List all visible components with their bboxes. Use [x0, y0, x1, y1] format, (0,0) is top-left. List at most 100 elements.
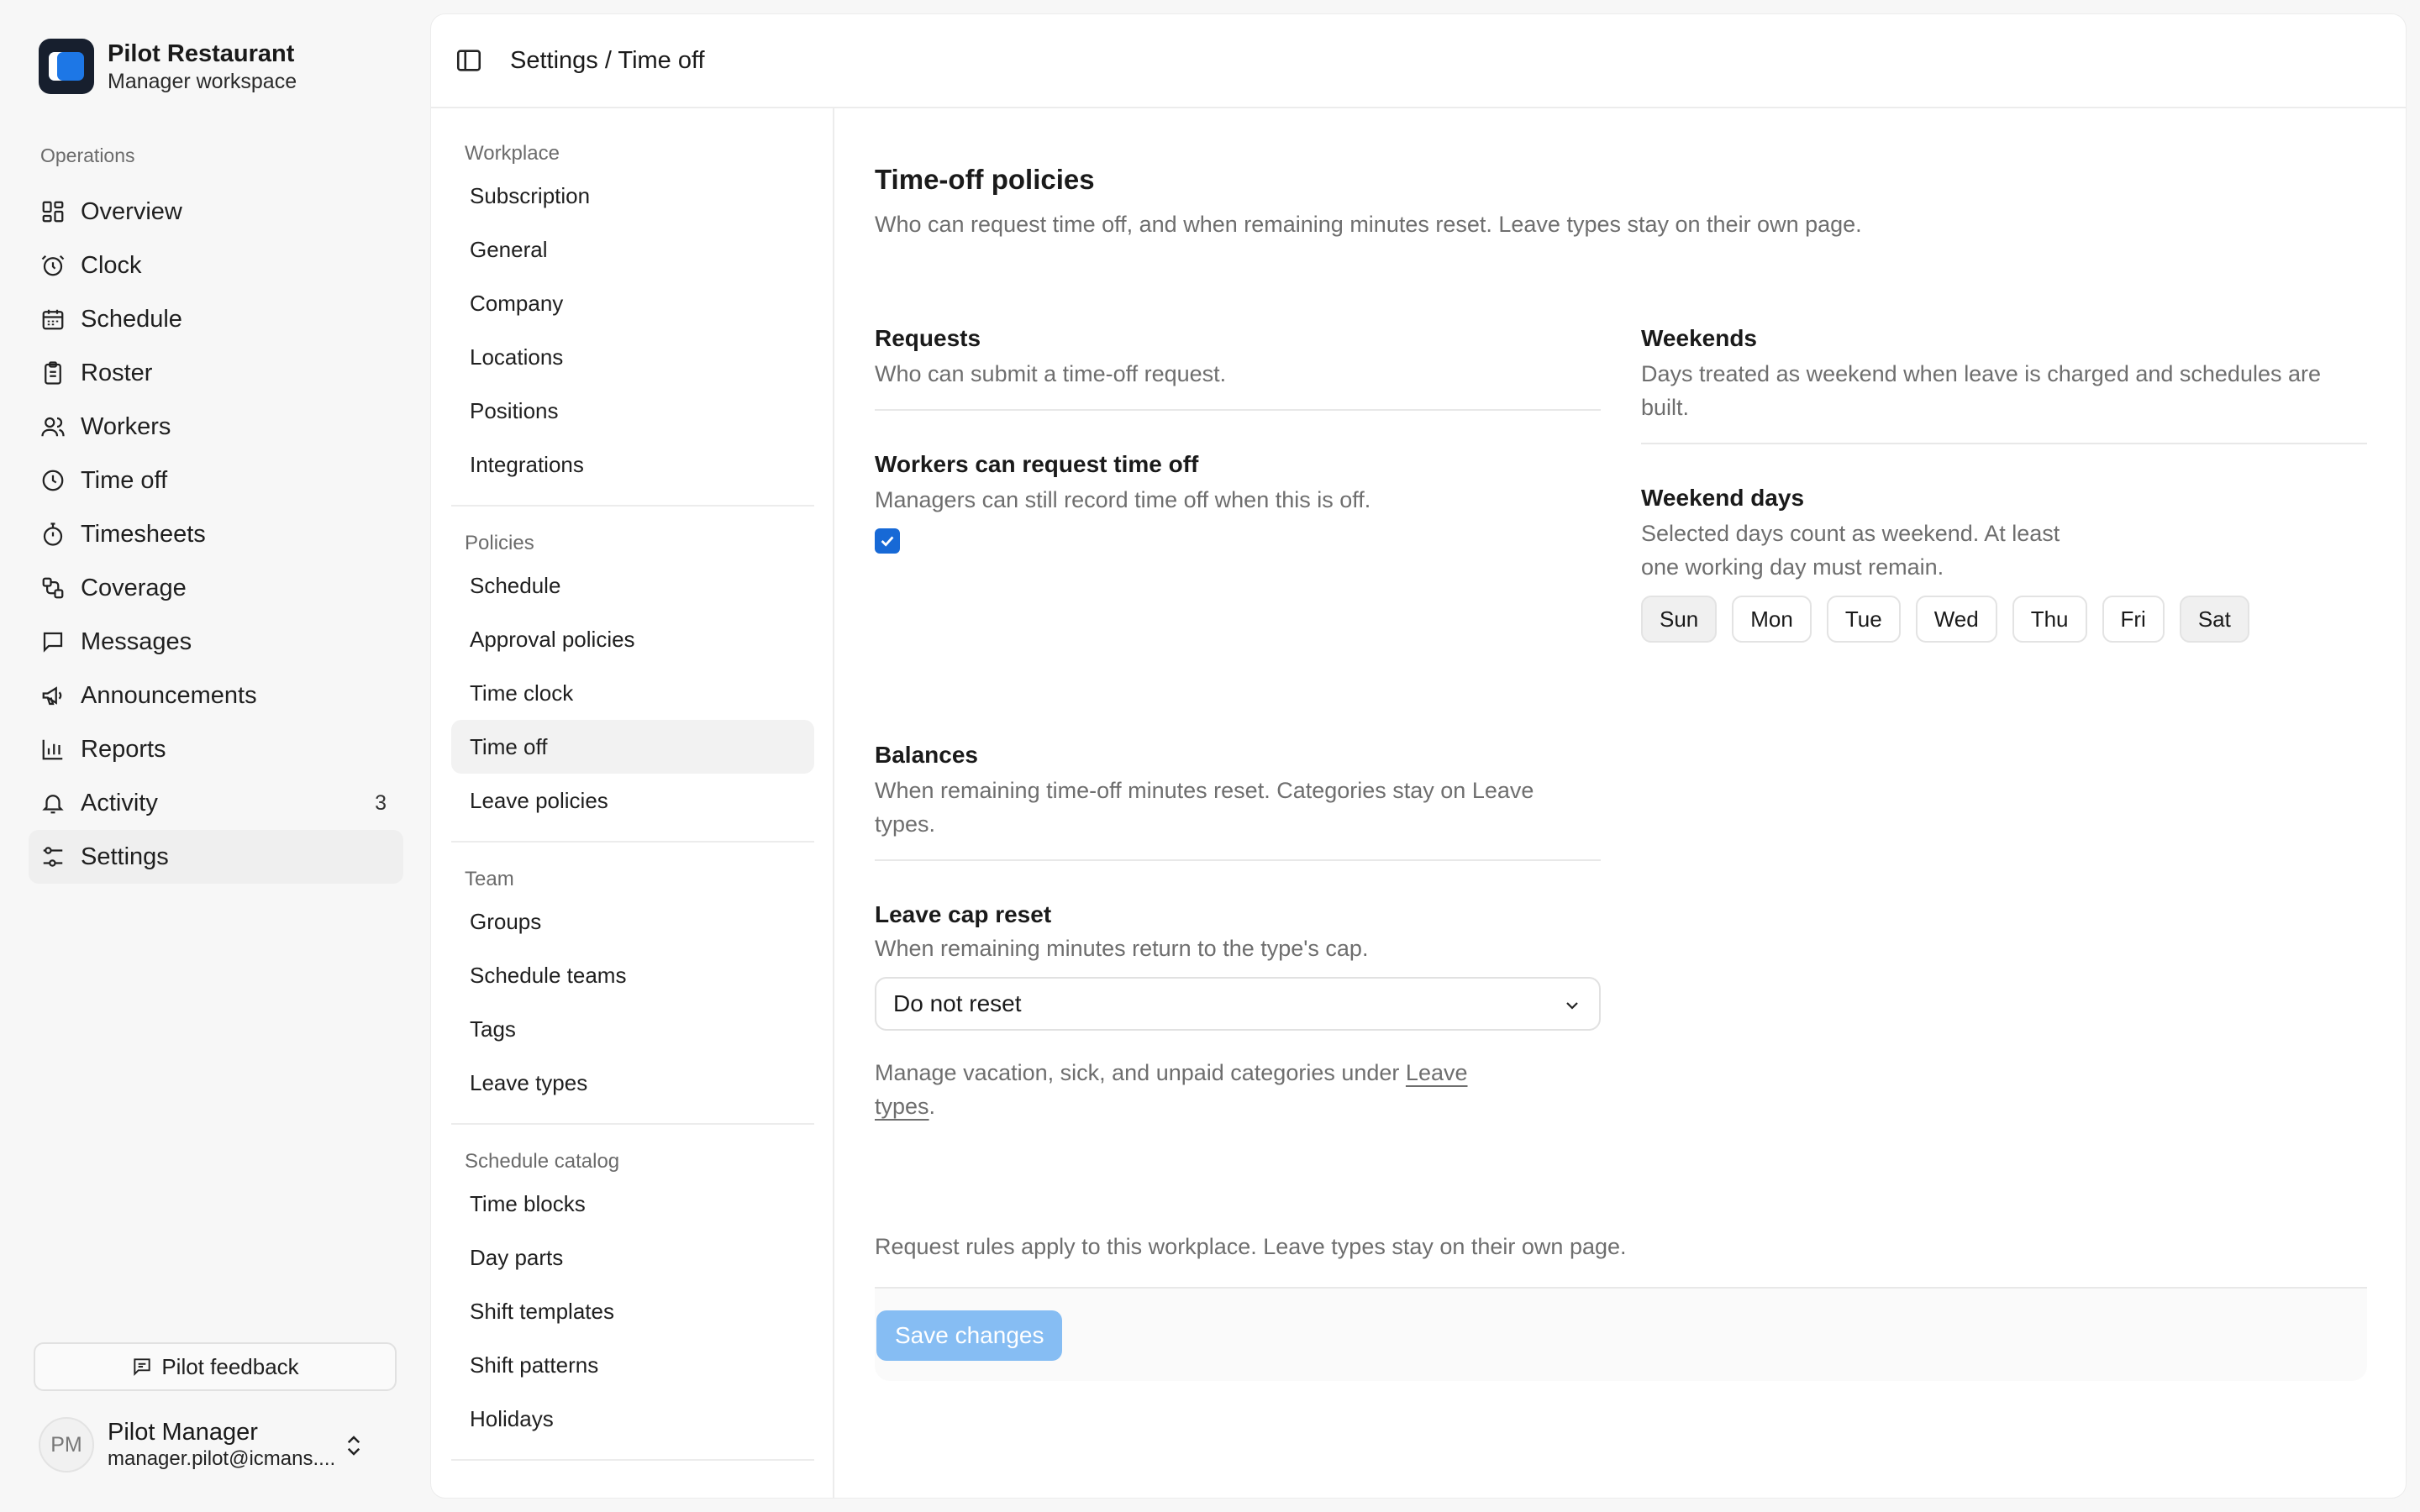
alarm-clock-icon [41, 255, 65, 276]
weekends-description: Days treated as weekend when leave is ch… [1641, 361, 2321, 420]
chevrons-up-down-icon [347, 1436, 360, 1456]
sidebar-item-settings[interactable]: Settings [29, 830, 403, 884]
activity-count-badge: 3 [375, 790, 387, 815]
subnav-item-groups[interactable]: Groups [451, 895, 814, 948]
sidebar-item-coverage[interactable]: Coverage [29, 561, 403, 615]
leave-types-note: Manage vacation, sick, and unpaid catego… [875, 1056, 1513, 1123]
subnav-item-leave-policies[interactable]: Leave policies [451, 774, 814, 827]
settings-content: Time-off policies Who can request time o… [875, 108, 2406, 1498]
subnav-group-label: Team [465, 868, 514, 890]
clock-icon [42, 470, 64, 491]
sidebar-item-label: Clock [81, 251, 142, 279]
subnav-item-time-off[interactable]: Time off [451, 720, 814, 774]
subnav-item-schedule[interactable]: Schedule [451, 559, 814, 612]
subnav-item-leave-types[interactable]: Leave types [451, 1056, 814, 1110]
sidebar-item-label: Schedule [81, 305, 182, 333]
user-email: manager.pilot@icmans.... [108, 1447, 336, 1470]
day-chip-thu[interactable]: Thu [2012, 596, 2087, 643]
save-changes-button[interactable]: Save changes [876, 1310, 1063, 1361]
balances-description: When remaining time-off minutes reset. C… [875, 778, 1534, 837]
route-icon [42, 577, 64, 599]
check-icon [881, 536, 894, 547]
workers-request-checkbox[interactable] [875, 528, 900, 554]
stopwatch-icon [43, 522, 63, 546]
pilot-feedback-button[interactable]: Pilot feedback [34, 1342, 397, 1391]
sidebar-item-label: Messages [81, 627, 192, 655]
sidebar-item-announcements[interactable]: Announcements [29, 669, 403, 722]
sidebar-item-clock[interactable]: Clock [29, 239, 403, 292]
sidebar-item-label: Overview [81, 197, 182, 225]
footer-note: Request rules apply to this workplace. L… [875, 1234, 1627, 1259]
subnav-item-positions[interactable]: Positions [451, 384, 814, 438]
sidebar-item-workers[interactable]: Workers [29, 400, 403, 454]
subnav-item-shift-templates[interactable]: Shift templates [451, 1284, 814, 1338]
workspace-name: Pilot Restaurant [108, 40, 295, 67]
sidebar-item-label: Activity [81, 789, 158, 816]
breadcrumb: Settings / Time off [510, 46, 705, 74]
subnav-item-approval-policies[interactable]: Approval policies [451, 612, 814, 666]
toggle-sidebar-icon[interactable] [455, 46, 483, 75]
balances-title: Balances [875, 742, 978, 768]
user-name: Pilot Manager [108, 1419, 258, 1446]
day-chip-sun[interactable]: Sun [1641, 596, 1718, 643]
chevron-down-icon [1566, 1002, 1578, 1010]
avatar: PM [39, 1417, 94, 1473]
app-sidebar: Pilot Restaurant Manager workspace Opera… [0, 0, 422, 1512]
subnav-item-general[interactable]: General [451, 223, 814, 276]
topbar: Settings / Time off [431, 14, 2406, 108]
leave-cap-reset-select[interactable]: Do not reset [875, 977, 1601, 1031]
subnav-item-locations[interactable]: Locations [451, 330, 814, 384]
bell-icon [42, 795, 64, 814]
message-square-text-icon [134, 1358, 150, 1377]
sidebar-item-overview[interactable]: Overview [29, 185, 403, 239]
subnav-item-day-parts[interactable]: Day parts [451, 1231, 814, 1284]
subnav-group-label: Policies [465, 532, 534, 554]
weekend-day-picker: Sun Mon Tue Wed Thu Fri Sat [1641, 596, 2367, 643]
pilot-feedback-label: Pilot feedback [161, 1353, 299, 1379]
message-square-icon [43, 632, 63, 653]
sidebar-item-label: Settings [81, 843, 169, 870]
sidebar-item-time-off[interactable]: Time off [29, 454, 403, 507]
day-chip-tue[interactable]: Tue [1826, 596, 1901, 643]
sliders-icon [43, 847, 63, 867]
subnav-item-company[interactable]: Company [451, 276, 814, 330]
day-chip-mon[interactable]: Mon [1732, 596, 1812, 643]
sidebar-item-label: Time off [81, 466, 168, 494]
subnav-item-schedule-teams[interactable]: Schedule teams [451, 948, 814, 1002]
subnav-item-time-clock[interactable]: Time clock [451, 666, 814, 720]
day-chip-fri[interactable]: Fri [2102, 596, 2165, 643]
sidebar-item-timesheets[interactable]: Timesheets [29, 507, 403, 561]
subnav-item-holidays[interactable]: Holidays [451, 1392, 814, 1446]
day-chip-wed[interactable]: Wed [1915, 596, 1997, 643]
requests-section: Requests Who can submit a time-off reque… [875, 325, 1601, 554]
subnav-group-label: Workplace [465, 142, 560, 165]
leave-cap-reset-title: Leave cap reset [875, 901, 1052, 927]
clipboard-icon [45, 361, 61, 385]
section-divider [1641, 443, 2367, 444]
subnav-item-tags[interactable]: Tags [451, 1002, 814, 1056]
subnav-group-label: Schedule catalog [465, 1150, 620, 1173]
workers-request-description: Managers can still record time off when … [875, 487, 1371, 512]
sidebar-item-activity[interactable]: Activity 3 [29, 776, 403, 830]
workspace-switcher[interactable]: Pilot Restaurant Manager workspace [39, 39, 297, 94]
subnav-item-integrations[interactable]: Integrations [451, 438, 814, 491]
leave-cap-reset-description: When remaining minutes return to the typ… [875, 936, 1369, 961]
leave-cap-reset-value: Do not reset [893, 990, 1022, 1016]
subnav-divider [451, 1123, 814, 1125]
sidebar-item-roster[interactable]: Roster [29, 346, 403, 400]
day-chip-sat[interactable]: Sat [2179, 596, 2249, 643]
subnav-item-subscription[interactable]: Subscription [451, 169, 814, 223]
sidebar-item-reports[interactable]: Reports [29, 722, 403, 776]
weekend-days-title: Weekend days [1641, 485, 1805, 511]
sidebar-item-label: Workers [81, 412, 171, 440]
weekend-days-description: Selected days count as weekend. At least… [1641, 521, 2060, 580]
sidebar-item-schedule[interactable]: Schedule [29, 292, 403, 346]
nav-section-label: Operations [40, 144, 135, 166]
user-menu[interactable]: PM Pilot Manager manager.pilot@icmans...… [39, 1416, 400, 1473]
sidebar-item-messages[interactable]: Messages [29, 615, 403, 669]
requests-title: Requests [875, 325, 981, 351]
calendar-icon [42, 309, 64, 330]
subnav-item-time-blocks[interactable]: Time blocks [451, 1177, 814, 1231]
brand-logo [39, 39, 94, 94]
subnav-item-shift-patterns[interactable]: Shift patterns [451, 1338, 814, 1392]
